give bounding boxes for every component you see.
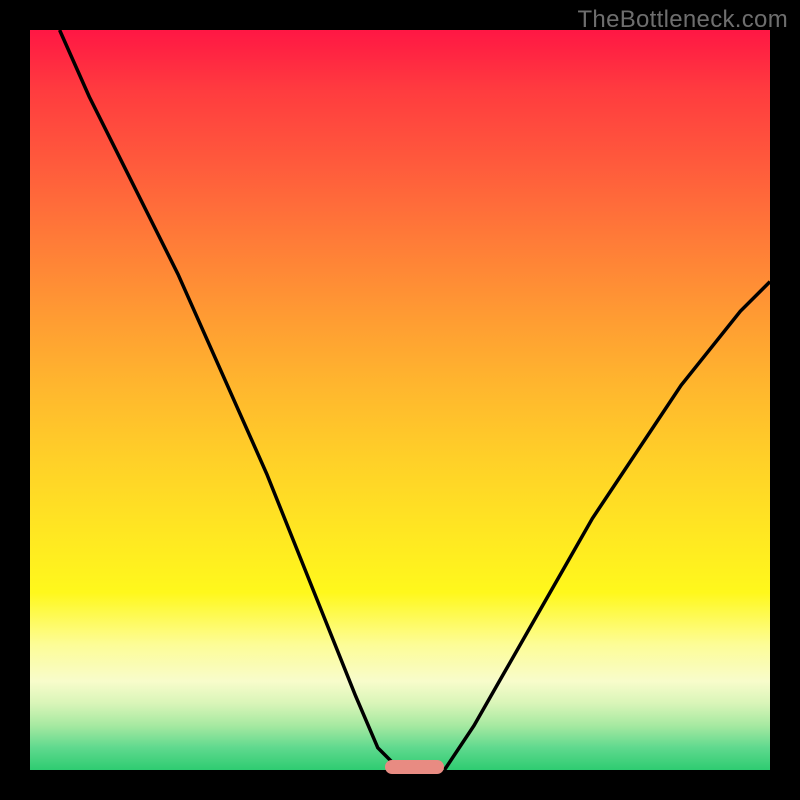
curve-layer — [30, 30, 770, 770]
plot-area — [30, 30, 770, 770]
right-branch-line — [444, 282, 770, 770]
chart-frame: TheBottleneck.com — [0, 0, 800, 800]
left-branch-line — [60, 30, 400, 770]
optimum-marker — [385, 760, 444, 774]
